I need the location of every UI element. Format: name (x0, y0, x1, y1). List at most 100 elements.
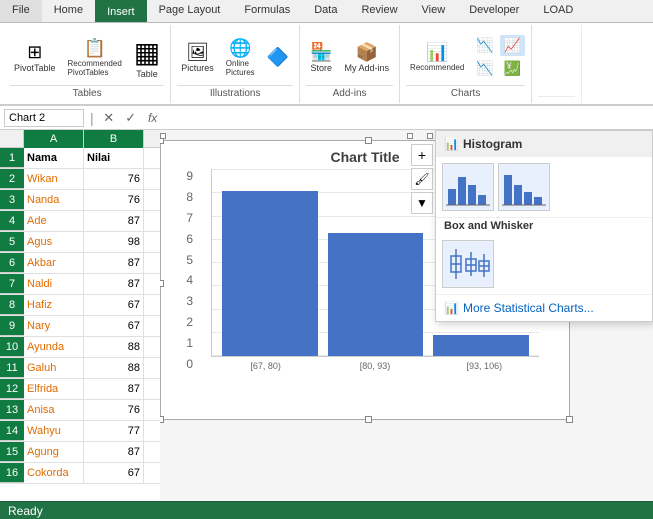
tab-load[interactable]: LOAD (531, 0, 585, 22)
row-header-9[interactable]: 9 (0, 316, 24, 336)
cell-b8[interactable]: 67 (84, 295, 144, 315)
cell-b6[interactable]: 87 (84, 253, 144, 273)
chart-filter-button[interactable]: ▼ (411, 192, 433, 214)
cell-a15[interactable]: Agung (24, 442, 84, 462)
cell-b13[interactable]: 76 (84, 400, 144, 420)
row-header-6[interactable]: 6 (0, 253, 24, 273)
cell-a11[interactable]: Galuh (24, 358, 84, 378)
recommended-charts-button[interactable]: 📊 Recommended (406, 40, 468, 74)
cell-b4[interactable]: 87 (84, 211, 144, 231)
chart-handle-se[interactable] (566, 416, 573, 423)
row-header-13[interactable]: 13 (0, 400, 24, 420)
cell-b10[interactable]: 88 (84, 337, 144, 357)
pictures-button[interactable]: 🖼 Pictures (177, 40, 218, 75)
tab-view[interactable]: View (410, 0, 458, 22)
histogram-type-2[interactable] (498, 163, 550, 211)
row-header-15[interactable]: 15 (0, 442, 24, 462)
row-header-1[interactable]: 1 (0, 148, 24, 168)
recommended-pivottables-button[interactable]: 📋 RecommendedPivotTables (64, 36, 126, 79)
cell-b2[interactable]: 76 (84, 169, 144, 189)
cell-a14[interactable]: Wahyu (24, 421, 84, 441)
store-button[interactable]: 🏪 Store (306, 40, 336, 75)
tab-formulas[interactable]: Formulas (232, 0, 302, 22)
cell-a7[interactable]: Naldi (24, 274, 84, 294)
row-header-5[interactable]: 5 (0, 232, 24, 252)
illustrations-group-label: Illustrations (177, 85, 293, 99)
cell-a10[interactable]: Ayunda (24, 337, 84, 357)
cell-a2[interactable]: Wikan (24, 169, 84, 189)
confirm-button[interactable]: ✓ (122, 109, 140, 127)
recommended-charts-icon: 📊 (426, 42, 448, 63)
row-header-8[interactable]: 8 (0, 295, 24, 315)
shapes-button[interactable]: 🔷 (263, 45, 293, 70)
histogram-type-1[interactable] (442, 163, 494, 211)
tab-page-layout[interactable]: Page Layout (147, 0, 233, 22)
bar-chart-button[interactable]: 📉 (472, 35, 497, 56)
area-chart-button[interactable]: 📉 (472, 58, 497, 79)
cell-b7[interactable]: 87 (84, 274, 144, 294)
cell-b9[interactable]: 67 (84, 316, 144, 336)
cell-b5[interactable]: 98 (84, 232, 144, 252)
cell-b14[interactable]: 77 (84, 421, 144, 441)
chart-handle-tr[interactable] (427, 133, 433, 139)
cell-a1[interactable]: Nama (24, 148, 84, 168)
cell-a5[interactable]: Agus (24, 232, 84, 252)
tab-developer[interactable]: Developer (457, 0, 531, 22)
line-chart-button[interactable]: 📈 (500, 35, 525, 56)
box-whisker-section (436, 234, 652, 294)
cell-b15[interactable]: 87 (84, 442, 144, 462)
more-charts-link[interactable]: 📊 More Statistical Charts... (436, 294, 652, 321)
my-addins-button[interactable]: 📦 My Add-ins (341, 40, 394, 75)
tab-data[interactable]: Data (302, 0, 349, 22)
cell-a6[interactable]: Akbar (24, 253, 84, 273)
chart-handle-tl[interactable] (160, 133, 166, 139)
row-header-2[interactable]: 2 (0, 169, 24, 189)
chart-handle-s[interactable] (365, 416, 372, 423)
cancel-button[interactable]: ✕ (100, 109, 118, 127)
row-header-14[interactable]: 14 (0, 421, 24, 441)
cell-b12[interactable]: 87 (84, 379, 144, 399)
recommended-pivot-icon: 📋 (83, 38, 105, 59)
col-header-b[interactable]: B (84, 130, 144, 148)
row-header-7[interactable]: 7 (0, 274, 24, 294)
row-header-10[interactable]: 10 (0, 337, 24, 357)
chart-handle-tc[interactable] (407, 133, 413, 139)
cell-a3[interactable]: Nanda (24, 190, 84, 210)
ribbon-group-sparklines (532, 25, 582, 103)
chart-handle-n[interactable] (365, 137, 372, 144)
tab-review[interactable]: Review (349, 0, 409, 22)
cell-b11[interactable]: 88 (84, 358, 144, 378)
row-header-12[interactable]: 12 (0, 379, 24, 399)
pivot-table-button[interactable]: ⊞ PivotTable (10, 40, 60, 75)
col-header-a[interactable]: A (24, 130, 84, 148)
box-whisker-type-1[interactable] (442, 240, 494, 288)
cell-a4[interactable]: Ade (24, 211, 84, 231)
cell-a12[interactable]: Elfrida (24, 379, 84, 399)
cell-b16[interactable]: 67 (84, 463, 144, 483)
table-button[interactable]: ▦ Table (130, 34, 164, 81)
ribbon-group-tables: ⊞ PivotTable 📋 RecommendedPivotTables ▦ … (4, 25, 171, 103)
formula-input[interactable] (166, 109, 649, 127)
online-pictures-button[interactable]: 🌐 OnlinePictures (222, 36, 259, 79)
addins-buttons: 🏪 Store 📦 My Add-ins (306, 29, 393, 85)
tab-home[interactable]: Home (42, 0, 95, 22)
chart-style-button[interactable]: 🖌 (411, 168, 433, 190)
function-button[interactable]: fx (144, 109, 162, 127)
tab-file[interactable]: File (0, 0, 42, 22)
cell-a13[interactable]: Anisa (24, 400, 84, 420)
cell-b1[interactable]: Nilai (84, 148, 144, 168)
chart-handle-sw[interactable] (160, 416, 164, 423)
row-header-4[interactable]: 4 (0, 211, 24, 231)
row-header-16[interactable]: 16 (0, 463, 24, 483)
cell-a16[interactable]: Cokorda (24, 463, 84, 483)
row-header-3[interactable]: 3 (0, 190, 24, 210)
cell-a9[interactable]: Nary (24, 316, 84, 336)
tab-insert[interactable]: Insert (95, 0, 147, 22)
name-box[interactable] (4, 109, 84, 127)
cell-b3[interactable]: 76 (84, 190, 144, 210)
scatter-chart-button[interactable]: 💹 (500, 58, 525, 79)
cell-a8[interactable]: Hafiz (24, 295, 84, 315)
chart-add-button[interactable]: + (411, 144, 433, 166)
row-header-11[interactable]: 11 (0, 358, 24, 378)
chart-handle-w[interactable] (160, 280, 164, 287)
